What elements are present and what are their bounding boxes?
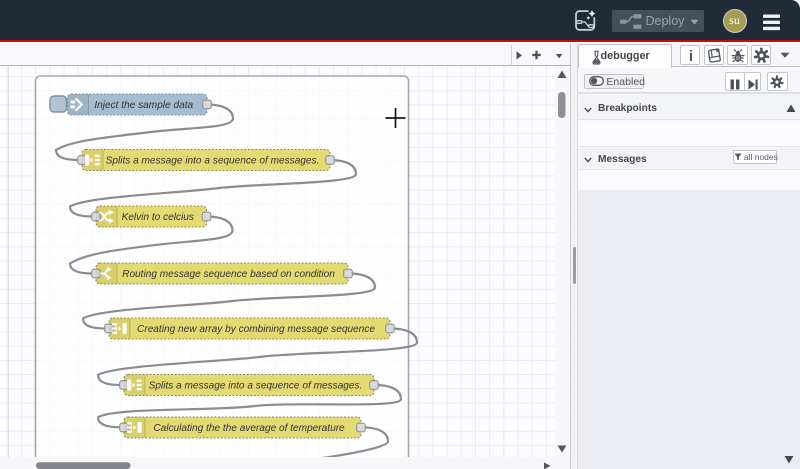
svg-text:Calculating the the average of: Calculating the the average of temperatu… bbox=[153, 423, 345, 434]
svg-text:Kelvin to celcius: Kelvin to celcius bbox=[122, 212, 194, 223]
svg-text:i: i bbox=[688, 48, 692, 65]
svg-text:Splits a message into a sequen: Splits a message into a sequence of mess… bbox=[149, 380, 363, 391]
svg-text:Splits a message into a sequen: Splits a message into a sequence of mess… bbox=[106, 155, 320, 166]
svg-text:Creating new array by combinin: Creating new array by combining message … bbox=[137, 324, 375, 335]
svg-text:Routing message sequence based: Routing message sequence based on condit… bbox=[122, 269, 335, 280]
svg-text:Inject the sample data: Inject the sample data bbox=[94, 100, 193, 111]
